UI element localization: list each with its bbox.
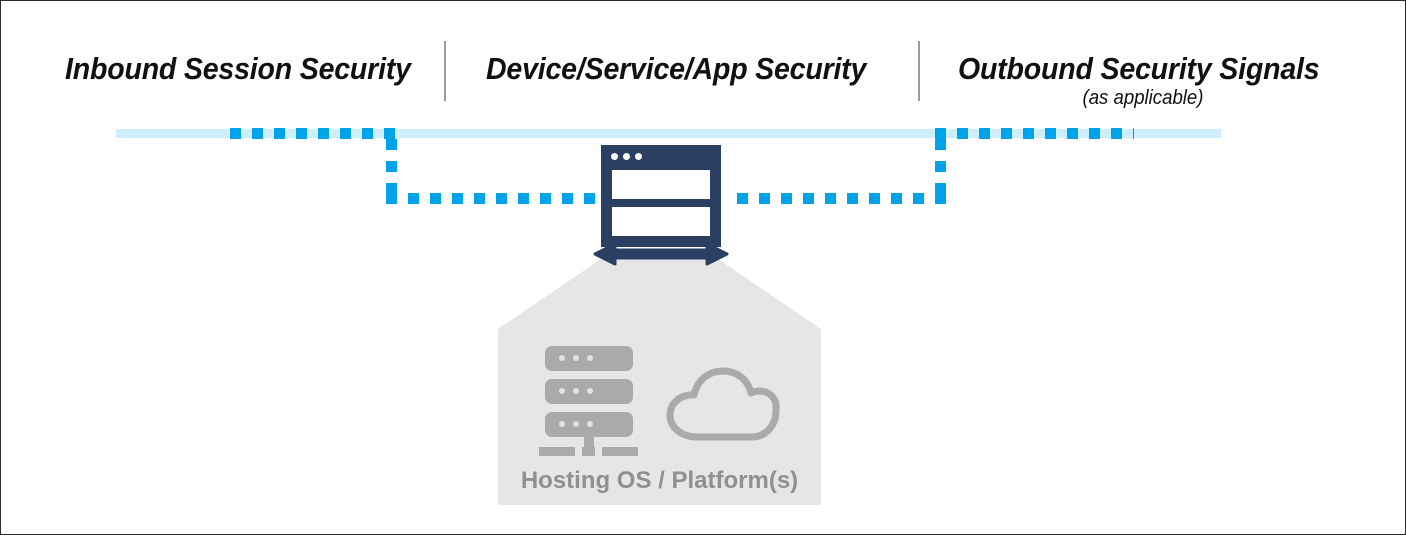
- server-rack-icon: [539, 346, 639, 456]
- server-rack-dot: [587, 388, 593, 394]
- window-control-dot: [623, 153, 630, 160]
- diagram-canvas: Inbound Session Security Device/Service/…: [0, 0, 1406, 535]
- header-device-service-app-security: Device/Service/App Security: [486, 51, 867, 86]
- dashed-path-right-top: [935, 128, 1134, 139]
- window-control-dot: [611, 153, 618, 160]
- app-window-icon: [601, 145, 721, 247]
- server-rack-dot: [559, 421, 565, 427]
- server-rack-base: [582, 447, 595, 456]
- dashed-path-right-vertical: [935, 139, 946, 199]
- server-rack-dot: [573, 355, 579, 361]
- platform-label: Hosting OS / Platform(s): [520, 467, 799, 494]
- server-rack-bar: [545, 379, 633, 404]
- server-rack-dot: [587, 421, 593, 427]
- server-rack-base: [602, 447, 638, 456]
- server-rack-dot: [573, 421, 579, 427]
- cloud-icon: [666, 367, 780, 441]
- server-rack-dot: [573, 388, 579, 394]
- dashed-path-right-bottom: [737, 193, 947, 204]
- header-divider-right: [918, 41, 920, 101]
- header-inbound-session-security: Inbound Session Security: [65, 51, 411, 86]
- server-rack-dot: [587, 355, 593, 361]
- dashed-path-left-vertical: [386, 139, 397, 199]
- server-rack-dot: [559, 355, 565, 361]
- header-outbound-sublabel: (as applicable): [1082, 87, 1204, 109]
- dashed-path-left-top: [230, 128, 396, 139]
- header-divider-left: [444, 41, 446, 101]
- header-outbound-security-signals: Outbound Security Signals: [958, 51, 1320, 86]
- window-content-pane: [612, 170, 710, 199]
- platform-roof-shape: [498, 259, 821, 329]
- server-rack-base: [539, 447, 575, 456]
- server-rack-bar: [545, 346, 633, 371]
- server-rack-bar: [545, 412, 633, 437]
- window-control-dot: [635, 153, 642, 160]
- server-rack-dot: [559, 388, 565, 394]
- dashed-path-left-bottom: [386, 193, 596, 204]
- window-content-pane: [612, 207, 710, 236]
